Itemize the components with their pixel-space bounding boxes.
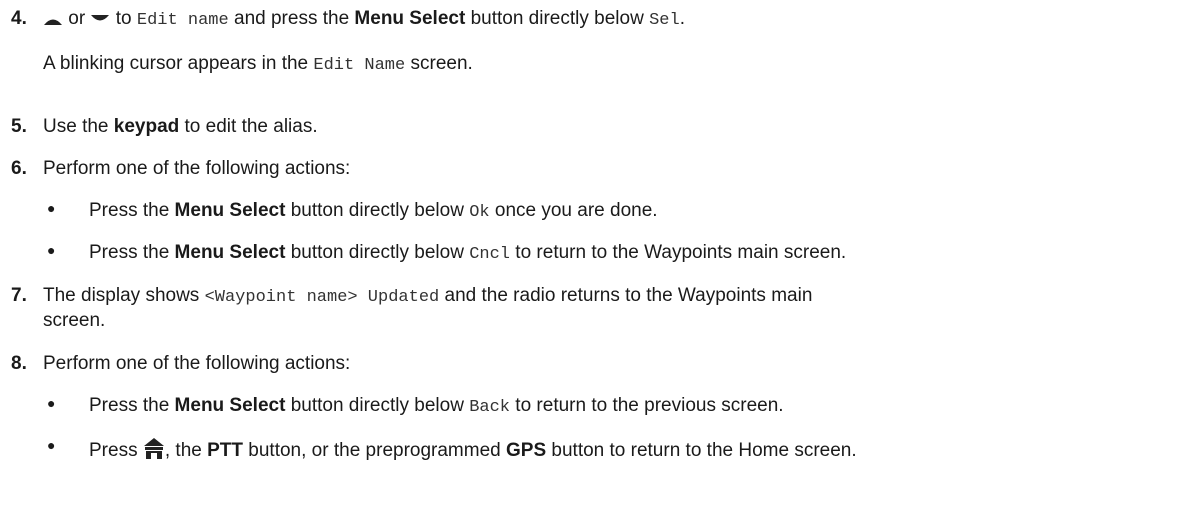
menu-select-label: Menu Select <box>174 395 286 416</box>
home-icon <box>143 438 164 459</box>
text-post: and the radio returns to the Waypoints m… <box>444 285 813 306</box>
step-text: The display shows <Waypoint name> Update… <box>43 285 812 307</box>
text-pre: Press <box>89 440 138 461</box>
step-number: 8. <box>11 353 27 374</box>
bullet-text: Press , the PTT button, or the preprogra… <box>89 437 857 462</box>
bullet-dot: ● <box>47 242 56 258</box>
note-post: screen. <box>410 53 473 74</box>
bullet-text: Press the Menu Select button directly be… <box>89 200 658 222</box>
text-post: once you are done. <box>494 200 658 221</box>
menu-select-label: Menu Select <box>354 8 466 29</box>
after-text: button directly below <box>470 8 644 29</box>
step-text: or to Edit name and press the Menu Selec… <box>43 8 685 30</box>
text-pre: Press the <box>89 395 170 416</box>
mid-text: and press the <box>234 8 350 29</box>
step-7-line-2: screen. <box>43 310 106 331</box>
text-post: to return to the previous screen. <box>515 395 784 416</box>
bullet-dot: ● <box>47 395 56 411</box>
down-arrow-icon <box>91 15 110 21</box>
to-word: to <box>115 8 132 29</box>
bullet-dot: ● <box>47 437 56 453</box>
text-pre: The display shows <box>43 285 200 306</box>
step-4-note: A blinking cursor appears in the Edit Na… <box>43 53 473 75</box>
text-post: to return to the Waypoints main screen. <box>515 242 847 263</box>
menu-select-label: Menu Select <box>174 200 286 221</box>
step-number: 5. <box>11 116 27 137</box>
back-code: Back <box>469 398 511 417</box>
up-arrow-icon <box>44 19 62 25</box>
text-mid: button directly below <box>290 200 464 221</box>
text-mid: button directly below <box>290 395 464 416</box>
step-text: Perform one of the following actions: <box>43 158 351 179</box>
sel-code: Sel <box>649 11 680 30</box>
edit-name-code: Edit name <box>136 11 229 30</box>
waypoint-updated-code: <Waypoint name> Updated <box>204 288 440 307</box>
step-text: Perform one of the following actions: <box>43 353 351 374</box>
or-word: or <box>68 8 86 29</box>
note-pre: A blinking cursor appears in the <box>43 53 309 74</box>
step-number: 6. <box>11 158 27 179</box>
bullet-dot: ● <box>47 200 56 216</box>
gps-label: GPS <box>506 440 547 461</box>
text-mid: button directly below <box>290 242 464 263</box>
bullet-text: Press the Menu Select button directly be… <box>89 242 846 264</box>
menu-select-label: Menu Select <box>174 242 286 263</box>
text-mid-2: button, or the preprogrammed <box>248 440 501 461</box>
cncl-code: Cncl <box>469 245 511 264</box>
bullet-text: Press the Menu Select button directly be… <box>89 395 784 417</box>
step-number: 4. <box>11 8 27 29</box>
edit-name-screen-code: Edit Name <box>313 56 406 75</box>
text-mid-1: , the <box>164 440 202 461</box>
text-pre: Press the <box>89 242 170 263</box>
text-pre: Press the <box>89 200 170 221</box>
text-post: button to return to the Home screen. <box>551 440 857 461</box>
step-text: Use the keypad to edit the alias. <box>43 116 318 138</box>
ok-code: Ok <box>469 203 490 222</box>
ptt-label: PTT <box>207 440 244 461</box>
text-pre: Use the <box>43 116 109 137</box>
keypad-label: keypad <box>113 116 180 137</box>
step-number: 7. <box>11 285 27 306</box>
text-post: to edit the alias. <box>184 116 318 137</box>
period: . <box>679 8 685 29</box>
